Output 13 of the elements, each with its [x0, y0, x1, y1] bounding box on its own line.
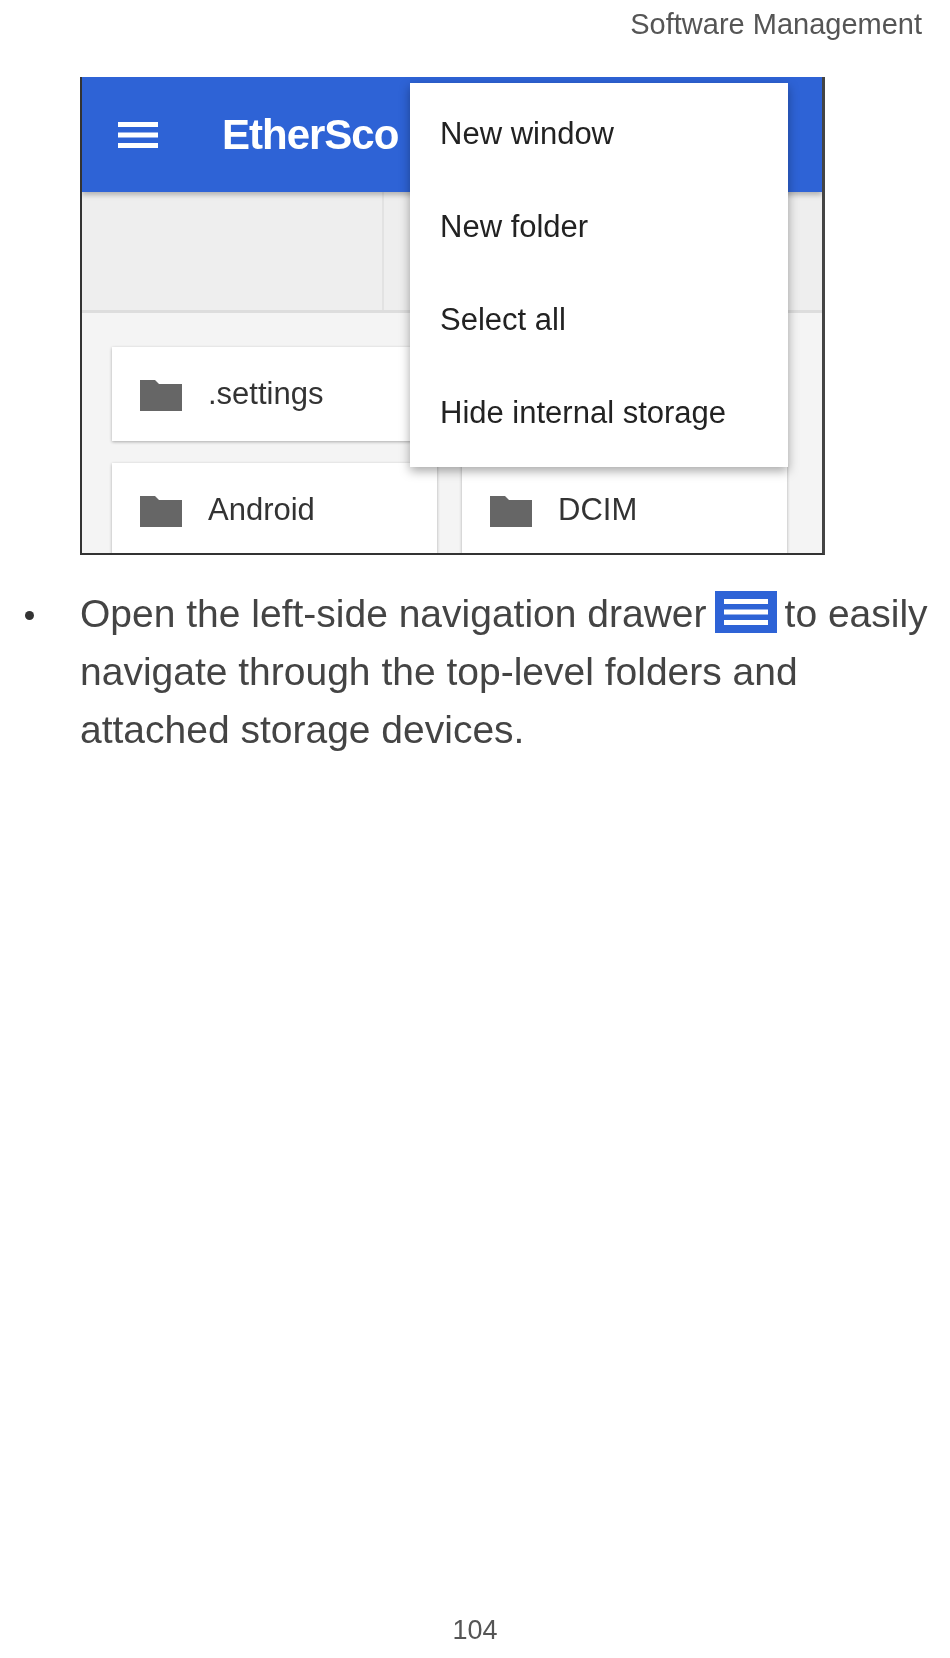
- bullet-text: Open the left-side navigation drawer to easily navigate through the top-level folders and attached storage devices.: [80, 592, 928, 751]
- menu-item[interactable]: New window: [410, 87, 788, 180]
- page-header: Software Management: [630, 8, 922, 41]
- folder-icon: [140, 493, 182, 527]
- menu-icon: [714, 591, 777, 633]
- bullet-icon: [25, 611, 34, 620]
- folder-icon: [490, 493, 532, 527]
- folder-item[interactable]: Android: [112, 463, 437, 553]
- page-number: 104: [452, 1615, 498, 1646]
- menu-item[interactable]: New folder: [410, 180, 788, 273]
- menu-icon[interactable]: [118, 119, 158, 150]
- app-title: EtherSco: [222, 110, 399, 159]
- folder-icon: [140, 377, 182, 411]
